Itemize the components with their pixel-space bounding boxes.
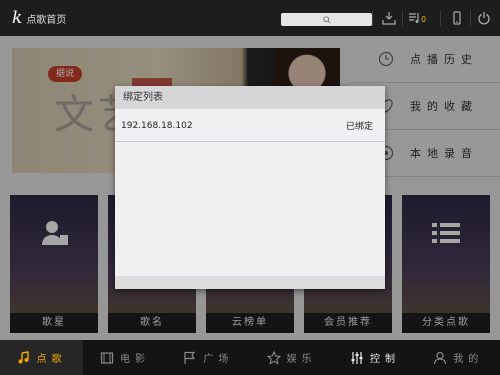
power-button[interactable] [476, 10, 492, 26]
nav-label: 娱乐 [286, 354, 317, 365]
playlist-button[interactable] [406, 10, 422, 26]
nav-label: 电影 [119, 354, 150, 365]
nav-item-plaza[interactable]: 广场 [167, 340, 250, 375]
nav-label: 点歌 [36, 354, 67, 365]
flag-icon [184, 351, 196, 364]
nav-item-songs[interactable]: 点歌 [0, 340, 84, 375]
nav-item-entertainment[interactable]: 娱乐 [250, 340, 333, 375]
film-icon [100, 351, 114, 364]
divider [470, 10, 471, 26]
search-input[interactable] [281, 13, 372, 26]
star-icon [266, 350, 281, 365]
nav-item-movies[interactable]: 电影 [83, 340, 166, 375]
notification-badge: 0 [421, 15, 427, 24]
download-button[interactable] [381, 10, 397, 26]
list-item[interactable]: 192.168.18.102 已绑定 [115, 110, 385, 142]
nav-label: 广场 [203, 354, 234, 365]
sliders-icon [351, 351, 363, 364]
phone-icon [453, 11, 461, 25]
dialog-title: 绑定列表 [115, 86, 385, 109]
device-address: 192.168.18.102 [121, 120, 193, 131]
nav-label: 我的 [453, 354, 484, 365]
app-logo[interactable]: k 点歌首页 [12, 8, 66, 28]
device-button[interactable] [449, 10, 465, 26]
dialog-footer [115, 276, 385, 289]
divider [372, 10, 373, 26]
music-note-icon [18, 350, 29, 363]
power-icon [478, 12, 490, 25]
binding-status: 已绑定 [345, 122, 373, 132]
user-icon [434, 351, 447, 364]
download-icon [382, 12, 396, 25]
logo-letter: k [12, 8, 23, 28]
binding-list-dialog: 绑定列表 192.168.18.102 已绑定 [115, 86, 385, 289]
bottom-nav: 点歌 电影 广场 娱乐 控制 我的 [0, 340, 500, 375]
nav-label: 控制 [369, 354, 400, 365]
playlist-icon [409, 13, 419, 23]
top-bar: k 点歌首页 0 [0, 0, 500, 36]
page-title: 点歌首页 [26, 14, 67, 26]
divider [402, 10, 403, 26]
nav-item-mine[interactable]: 我的 [417, 340, 500, 375]
search-icon [322, 15, 331, 24]
divider [440, 10, 441, 26]
nav-item-control[interactable]: 控制 [333, 340, 416, 375]
